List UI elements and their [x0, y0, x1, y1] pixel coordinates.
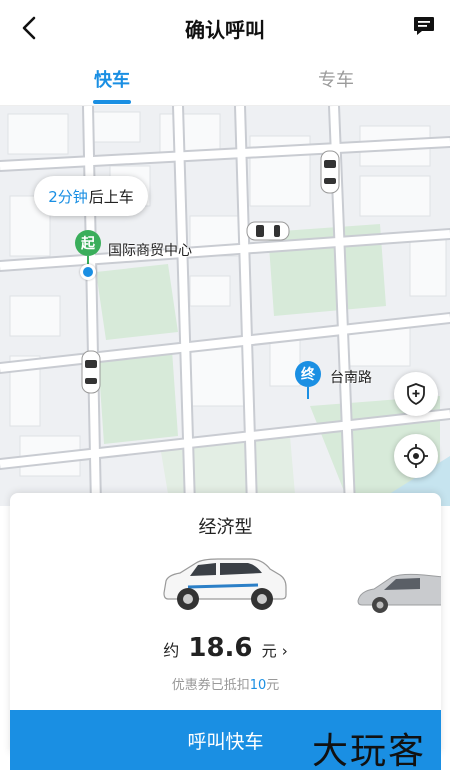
coupon-unit: 元 [266, 678, 280, 693]
start-place-name: 国际商贸中心 [108, 243, 192, 259]
map-view[interactable]: 2分钟 后上车 起 国际商贸中心 终 台南路 [0, 106, 450, 506]
app-screen: 确认呼叫 快车 专车 2分钟 后上车 起 国际商贸中心 终 台南路 经济型 约 … [0, 0, 450, 777]
shield-plus-icon [407, 383, 425, 406]
locate-icon [404, 444, 428, 468]
safety-button[interactable] [394, 372, 438, 416]
end-marker-stem [307, 387, 309, 399]
price-value: 18.6 [188, 633, 253, 663]
watermark: 大玩客 [312, 731, 427, 772]
tab-premium[interactable]: 专车 [318, 66, 354, 92]
eta-time: 2分钟 [48, 187, 88, 206]
map-background [0, 106, 450, 506]
tab-express[interactable]: 快车 [94, 66, 130, 92]
end-marker[interactable]: 终 [295, 361, 321, 387]
page-title: 确认呼叫 [185, 17, 265, 42]
coupon-text: 优惠券已抵扣 [171, 678, 250, 693]
locate-button[interactable] [394, 434, 438, 478]
message-icon[interactable] [412, 14, 436, 38]
service-tabs: 快车 专车 [0, 56, 450, 106]
suv-image[interactable] [158, 553, 290, 613]
eta-bubble: 2分钟 后上车 [34, 176, 148, 216]
chevron-right-icon: › [281, 642, 288, 660]
car-icon [81, 350, 101, 394]
price-estimate[interactable]: 约 18.6 元 › [10, 633, 441, 663]
price-prefix: 约 [163, 641, 180, 660]
start-marker-label: 起 [81, 236, 95, 252]
start-marker[interactable]: 起 [75, 230, 101, 256]
end-place-name: 台南路 [330, 370, 372, 386]
car-icon [246, 221, 290, 241]
start-dot [80, 264, 96, 280]
end-marker-label: 终 [301, 367, 315, 383]
coupon-note: 优惠券已抵扣10元 [10, 674, 441, 693]
coupon-amount: 10 [249, 678, 267, 693]
eta-label: 后上车 [88, 187, 134, 206]
chevron-left-icon[interactable] [14, 12, 46, 44]
car-icon [320, 150, 340, 194]
price-unit: 元 [261, 642, 277, 660]
top-bar: 确认呼叫 [0, 0, 450, 56]
sedan-image[interactable] [354, 569, 441, 615]
active-tab-indicator [93, 100, 131, 104]
car-type-label: 经济型 [198, 517, 253, 538]
